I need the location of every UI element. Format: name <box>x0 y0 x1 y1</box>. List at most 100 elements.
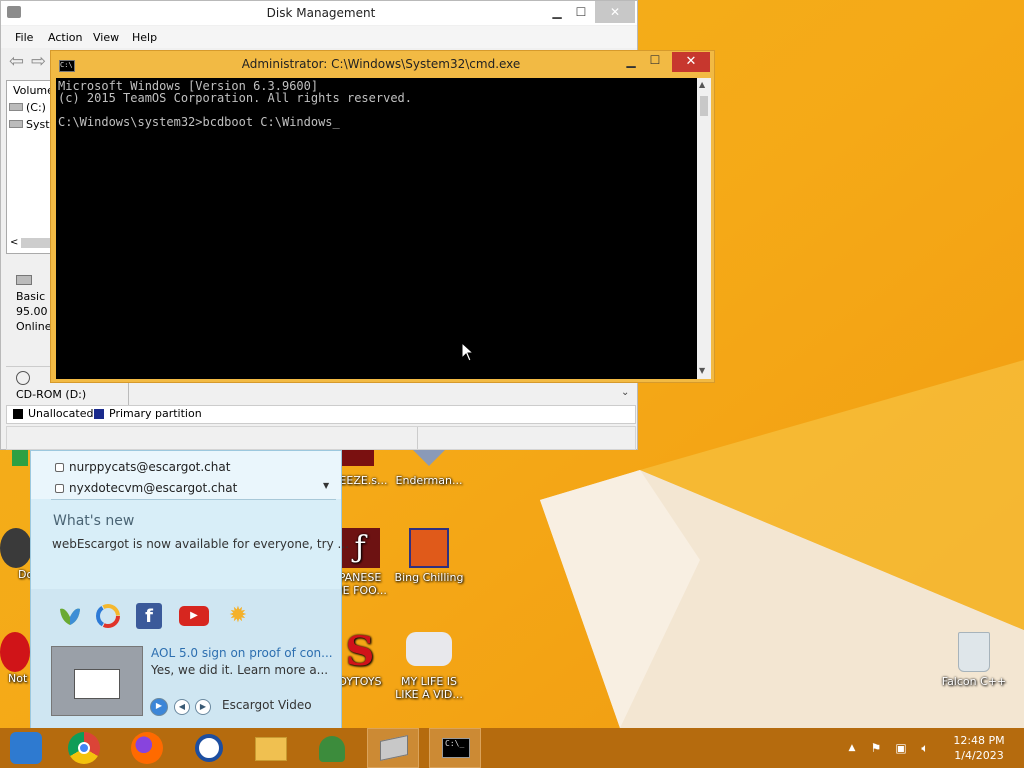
cmd-console-output[interactable]: Microsoft Windows [Version 6.3.9600] (c) … <box>56 78 697 379</box>
desktop-icon-do[interactable]: Do <box>0 528 33 581</box>
video-title-link[interactable]: AOL 5.0 sign on proof of con... <box>151 646 333 660</box>
c-logo-icon[interactable] <box>95 603 121 629</box>
whats-new-link[interactable]: webEscargot is now available for everyon… <box>52 537 349 551</box>
menu-file[interactable]: File <box>15 31 33 44</box>
escargot-icon <box>195 734 223 762</box>
volume-icon[interactable]: 🔈︎ <box>918 741 932 755</box>
scroll-up-icon[interactable]: ▲ <box>699 80 705 89</box>
disk-management-icon <box>380 735 408 761</box>
folder-icon <box>255 737 287 761</box>
disc-icon <box>0 528 32 568</box>
hard-disk-icon <box>16 275 32 285</box>
volume-column-header[interactable]: Volume <box>13 84 54 97</box>
scroll-down-icon[interactable]: ▼ <box>699 366 705 375</box>
contact-item[interactable]: nurppycats@escargot.chat <box>55 460 230 474</box>
cdrom-icon <box>16 371 30 385</box>
forward-arrow-icon[interactable]: ⇨ <box>31 51 46 72</box>
cmd-close-button[interactable]: ✕ <box>672 52 710 72</box>
video-thumbnail[interactable] <box>51 646 143 716</box>
taskbar-disk-management[interactable] <box>367 728 419 768</box>
video-label: Escargot Video <box>222 698 312 712</box>
cmd-icon: C:\_ <box>442 738 470 758</box>
system-clock[interactable]: 12:48 PM 1/4/2023 <box>950 733 1008 763</box>
taskbar-people[interactable] <box>305 728 357 768</box>
back-arrow-icon[interactable]: ⇦ <box>9 51 24 72</box>
network-icon[interactable]: ▣ <box>894 741 908 755</box>
close-button[interactable]: ✕ <box>595 1 635 23</box>
cmd-maximize-button[interactable]: ☐ <box>646 53 664 67</box>
disk-type: Basic <box>16 290 46 303</box>
legend-unallocated: Unallocated <box>28 407 94 420</box>
play-icon[interactable]: ▶ <box>150 698 168 716</box>
desktop-icon-label: Enderman... <box>395 474 463 487</box>
legend-bar: Unallocated Primary partition <box>6 405 636 424</box>
scroll-left-icon[interactable]: < <box>10 237 18 248</box>
desktop-icon-enderman[interactable]: Enderman... <box>391 450 467 487</box>
title-bar[interactable]: Disk Management ▁ ☐ ✕ <box>1 1 637 25</box>
maximize-button[interactable]: ☐ <box>567 1 595 23</box>
green-app-icon <box>12 450 28 466</box>
desktop-icon-falcon[interactable]: Falcon C++ <box>936 632 1012 688</box>
windows-media-icon <box>10 732 42 764</box>
cmd-vertical-scrollbar[interactable]: ▲ ▼ <box>697 78 711 379</box>
sun-icon[interactable]: ✹ <box>225 603 251 629</box>
taskbar-firefox[interactable] <box>121 728 173 768</box>
menu-view[interactable]: View <box>93 31 119 44</box>
mouse-cursor-icon <box>461 341 475 365</box>
taskbar-escargot[interactable] <box>183 728 235 768</box>
scroll-down-icon[interactable]: ▼ <box>323 481 329 490</box>
disk0-info[interactable]: Basic 95.00 Online <box>6 261 54 361</box>
unallocated-swatch <box>13 409 23 419</box>
action-center-flag-icon[interactable]: ⚑ <box>869 741 883 755</box>
desktop-icon-bing-chilling[interactable]: Bing Chilling <box>391 528 467 584</box>
cmd-app-icon: C:\ <box>59 60 75 72</box>
whats-new-title: What's new <box>53 513 135 529</box>
freeze-icon <box>338 450 374 466</box>
divider <box>51 499 336 500</box>
thumbnail-dialog <box>74 669 120 699</box>
contact-list: nurppycats@escargot.chat nyxdotecvm@esca… <box>31 451 341 499</box>
taskbar-chrome[interactable] <box>58 728 110 768</box>
red-app-icon <box>0 632 30 672</box>
status-icon <box>55 463 64 472</box>
contact-email: nurppycats@escargot.chat <box>69 460 231 474</box>
taskbar-file-explorer[interactable] <box>245 728 297 768</box>
facebook-icon[interactable]: f <box>136 603 162 629</box>
firefox-icon <box>131 732 163 764</box>
volume-list-pane: Volume (C:) Syste < <box>6 80 56 254</box>
scrollbar-thumb[interactable] <box>700 96 708 116</box>
desktop-icon-partial-green[interactable] <box>0 450 30 466</box>
desktop-icon-my-life[interactable]: MY LIFE IS LIKE A VID... <box>391 632 467 701</box>
cmd-title-bar[interactable]: C:\ Administrator: C:\Windows\System32\c… <box>51 51 714 78</box>
menu-action[interactable]: Action <box>48 31 82 44</box>
youtube-icon[interactable]: ▶ <box>179 606 209 626</box>
dropdown-arrow-icon[interactable]: ⌄ <box>621 387 629 398</box>
desktop-icon-not[interactable]: Not <box>0 632 32 685</box>
enderman-icon <box>413 450 445 466</box>
primary-partition-swatch <box>94 409 104 419</box>
horizontal-scrollbar-thumb[interactable] <box>21 238 53 248</box>
next-icon[interactable]: ▶ <box>195 699 211 715</box>
video-description: Yes, we did it. Learn more a... <box>151 663 329 677</box>
status-icon <box>55 484 64 493</box>
desktop-icon-label: Falcon C++ <box>941 675 1007 688</box>
desktop-icon-label: MY LIFE IS LIKE A VID... <box>395 675 463 701</box>
previous-icon[interactable]: ◀ <box>174 699 190 715</box>
drive-icon <box>9 120 23 128</box>
drive-icon <box>9 103 23 111</box>
show-hidden-icons-icon[interactable]: ▲ <box>845 741 859 755</box>
console-command-line: C:\Windows\system32>bcdboot C:\Windows_ <box>58 115 340 129</box>
people-icon <box>319 736 345 762</box>
taskbar-cmd[interactable]: C:\_ <box>429 728 481 768</box>
cmd-minimize-button[interactable]: ▁ <box>622 54 640 68</box>
menu-help[interactable]: Help <box>132 31 157 44</box>
status-divider <box>417 427 418 449</box>
cdrom-label: CD-ROM (D:) <box>16 388 87 401</box>
contact-item[interactable]: nyxdotecvm@escargot.chat <box>55 481 237 495</box>
desktop-icon-label: Bing Chilling <box>394 571 464 584</box>
desktop-icon-label: Not <box>8 672 28 685</box>
msn-butterfly-icon[interactable] <box>57 603 83 629</box>
taskbar-app-1[interactable] <box>0 728 52 768</box>
volume-row[interactable]: (C:) <box>9 101 46 114</box>
recycle-bin-icon <box>958 632 990 672</box>
